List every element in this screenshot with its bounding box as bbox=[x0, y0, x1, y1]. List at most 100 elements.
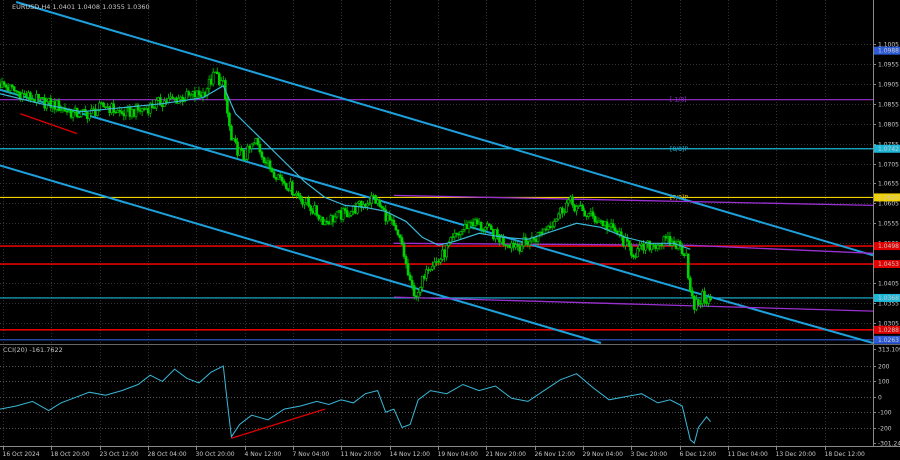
candle-body bbox=[270, 168, 274, 173]
candle-body bbox=[124, 107, 128, 117]
candle-body bbox=[508, 244, 511, 249]
candle-body bbox=[226, 98, 229, 114]
candle-body bbox=[569, 196, 572, 201]
candle-body bbox=[378, 199, 381, 207]
candle-body bbox=[648, 240, 651, 251]
candle-body bbox=[282, 180, 286, 184]
candle-body bbox=[171, 96, 174, 99]
time-tick-label: 4 Nov 12:00 bbox=[245, 451, 282, 458]
time-tick-label: 7 Nov 04:00 bbox=[293, 451, 330, 458]
price-tick-label: 1.0555 bbox=[878, 221, 899, 228]
candle-body bbox=[278, 174, 282, 178]
candle-body bbox=[481, 229, 485, 231]
candle-body bbox=[75, 107, 79, 117]
candle-body bbox=[128, 106, 132, 117]
candle-body bbox=[6, 86, 10, 91]
candle-body bbox=[303, 202, 306, 205]
candle-body bbox=[142, 108, 146, 110]
cci-tick-label: 313.1096 bbox=[878, 347, 900, 354]
candle-body bbox=[402, 244, 406, 257]
candle-body bbox=[565, 202, 568, 213]
candle-body bbox=[289, 181, 292, 191]
candle-body bbox=[589, 211, 593, 214]
cci-tick-label: 100 bbox=[878, 379, 890, 386]
candle-body bbox=[490, 225, 493, 230]
candle-body bbox=[262, 156, 266, 163]
candle-body bbox=[201, 92, 205, 98]
candle-body bbox=[709, 297, 712, 301]
candle-body bbox=[130, 108, 134, 117]
candle-body bbox=[327, 221, 331, 225]
candle-body bbox=[550, 226, 554, 228]
price-tick-label: 1.0905 bbox=[878, 82, 899, 89]
candle-body bbox=[301, 199, 304, 205]
candle-body bbox=[343, 208, 347, 211]
candle-body bbox=[483, 227, 487, 231]
candle-body bbox=[165, 100, 168, 103]
candle-body bbox=[81, 109, 85, 111]
candle-body bbox=[349, 211, 353, 216]
candle-body bbox=[652, 244, 656, 246]
cci-tick-label: -200 bbox=[878, 426, 892, 433]
candle-body bbox=[451, 236, 455, 238]
time-tick-label: 11 Nov 20:00 bbox=[341, 451, 382, 458]
candle-body bbox=[157, 97, 160, 101]
candle-body bbox=[418, 287, 422, 293]
candle-body bbox=[211, 71, 215, 85]
time-tick-label: 6 Dec 12:00 bbox=[680, 451, 717, 458]
candle-body bbox=[256, 138, 260, 145]
candle-body bbox=[518, 245, 522, 252]
candle-body bbox=[250, 143, 254, 149]
candle-body bbox=[410, 279, 414, 286]
price-label: 1.0288 bbox=[878, 327, 899, 334]
candle-body bbox=[548, 225, 552, 228]
candle-body bbox=[96, 110, 99, 116]
candle-body bbox=[429, 268, 432, 271]
candle-body bbox=[613, 227, 617, 232]
candle-body bbox=[370, 195, 373, 204]
candle-body bbox=[654, 244, 658, 249]
candle-body bbox=[248, 145, 252, 149]
candle-body bbox=[266, 160, 270, 164]
candle-body bbox=[31, 99, 34, 101]
candle-body bbox=[585, 215, 589, 217]
candle-body bbox=[118, 109, 122, 112]
candle-body bbox=[313, 205, 316, 214]
candle-body bbox=[108, 106, 111, 114]
candle-body bbox=[232, 138, 235, 141]
chart-title: EURUSD,H4 1.0401 1.0408 1.0355 1.0360 bbox=[12, 3, 150, 11]
candle-body bbox=[2, 81, 6, 86]
candle-body bbox=[469, 221, 473, 224]
candle-body bbox=[473, 219, 477, 227]
candle-body bbox=[138, 109, 142, 112]
candle-body bbox=[228, 112, 231, 127]
candle-body bbox=[12, 86, 16, 91]
candle-body bbox=[392, 219, 396, 226]
candle-body bbox=[617, 231, 621, 235]
price-tick-label: 1.0955 bbox=[878, 62, 899, 69]
candle-body bbox=[234, 138, 237, 143]
candle-body bbox=[699, 303, 702, 305]
candle-body bbox=[311, 210, 314, 214]
candle-body bbox=[16, 91, 20, 93]
candle-body bbox=[707, 297, 710, 304]
candle-body bbox=[406, 263, 410, 276]
candle-body bbox=[577, 204, 580, 207]
candle-body bbox=[291, 181, 294, 195]
candle-body bbox=[544, 228, 548, 231]
candle-body bbox=[607, 226, 611, 230]
candle-body bbox=[412, 285, 416, 297]
chart-background bbox=[0, 0, 900, 460]
candle-body bbox=[688, 277, 692, 292]
candle-body bbox=[691, 290, 694, 297]
candle-body bbox=[697, 299, 700, 305]
candle-body bbox=[571, 196, 574, 206]
candle-body bbox=[628, 240, 631, 247]
candle-body bbox=[597, 220, 601, 223]
candle-body bbox=[53, 101, 57, 110]
candle-body bbox=[591, 211, 595, 217]
time-tick-label: 28 Oct 04:00 bbox=[148, 451, 187, 458]
candle-body bbox=[25, 93, 28, 98]
candle-body bbox=[443, 249, 446, 258]
candle-body bbox=[398, 234, 402, 238]
